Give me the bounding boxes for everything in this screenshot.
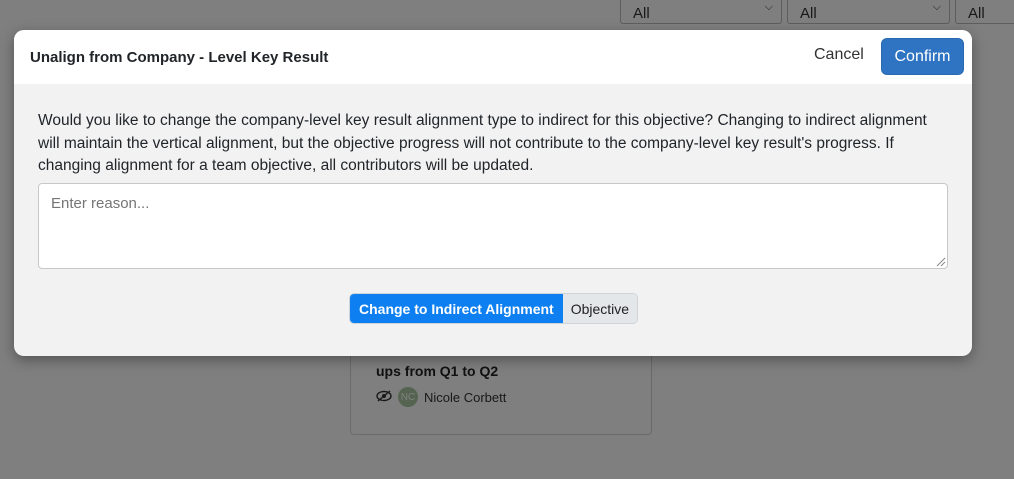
modal-message: Would you like to change the company-lev… (38, 112, 927, 174)
confirm-button[interactable]: Confirm (881, 38, 964, 75)
reason-input[interactable] (38, 183, 948, 269)
modal-body: Would you like to change the company-lev… (38, 110, 950, 178)
unalign-modal: Unalign from Company - Level Key Result … (14, 30, 972, 356)
modal-title: Unalign from Company - Level Key Result (30, 49, 329, 66)
cancel-button[interactable]: Cancel (814, 46, 864, 64)
resize-handle-icon[interactable] (934, 255, 946, 267)
toggle-indirect-alignment[interactable]: Change to Indirect Alignment (350, 294, 563, 323)
toggle-objective[interactable]: Objective (562, 294, 638, 323)
modal-header: Unalign from Company - Level Key Result … (14, 30, 972, 84)
alignment-toggle: Change to Indirect Alignment Objective (349, 293, 639, 324)
